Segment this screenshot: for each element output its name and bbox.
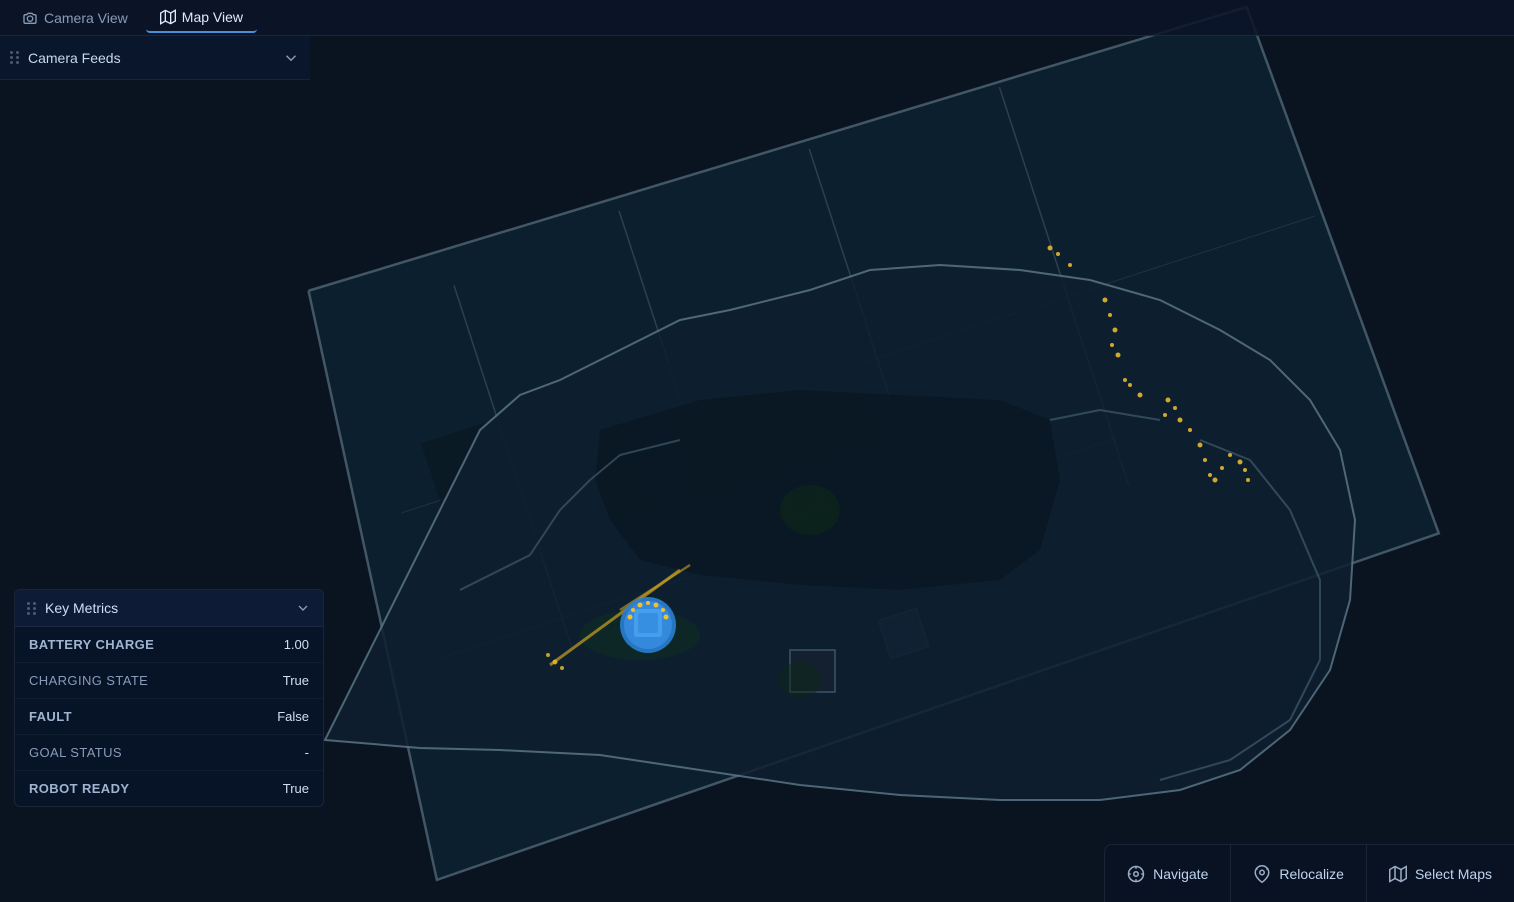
metric-value-charging: True — [283, 673, 309, 688]
metric-row-goal: Goal Status - — [15, 735, 323, 771]
tab-map-view-label: Map View — [182, 9, 243, 25]
metric-value-fault: False — [277, 709, 309, 724]
metric-value-battery: 1.00 — [284, 637, 309, 652]
metric-key-charging: Charging State — [29, 673, 148, 688]
camera-icon — [22, 10, 38, 26]
tab-map-view[interactable]: Map View — [146, 3, 257, 33]
metric-value-robot-ready: True — [283, 781, 309, 796]
navigate-button[interactable]: Navigate — [1105, 845, 1231, 902]
metric-row-battery: BATTERY CHARGE 1.00 — [15, 627, 323, 663]
camera-feeds-toggle[interactable] — [282, 49, 300, 67]
key-metrics-toggle[interactable] — [295, 600, 311, 616]
metric-row-fault: FAULT False — [15, 699, 323, 735]
tab-camera-view-label: Camera View — [44, 10, 128, 26]
navigate-label: Navigate — [1153, 866, 1208, 882]
chevron-down-icon — [282, 49, 300, 67]
relocalize-icon — [1253, 865, 1271, 883]
select-maps-button[interactable]: Select Maps — [1367, 845, 1514, 902]
top-nav: Camera View Map View — [0, 0, 1514, 36]
select-maps-label: Select Maps — [1415, 866, 1492, 882]
chevron-down-icon — [295, 600, 311, 616]
camera-feeds-label: Camera Feeds — [28, 50, 274, 66]
metric-key-robot-ready: ROBOT READY — [29, 781, 129, 796]
key-metrics-panel: Key Metrics BATTERY CHARGE 1.00 Charging… — [14, 589, 324, 807]
bottom-toolbar: Navigate Relocalize Select Maps — [1104, 844, 1514, 902]
relocalize-button[interactable]: Relocalize — [1231, 845, 1367, 902]
metric-row-charging: Charging State True — [15, 663, 323, 699]
robot-marker — [620, 597, 676, 653]
navigate-icon — [1127, 865, 1145, 883]
camera-feeds-bar: Camera Feeds — [0, 36, 310, 80]
key-metrics-header: Key Metrics — [15, 590, 323, 627]
metric-row-robot-ready: ROBOT READY True — [15, 771, 323, 806]
metric-key-goal: Goal Status — [29, 745, 122, 760]
drag-handle[interactable] — [10, 51, 20, 64]
metric-key-battery: BATTERY CHARGE — [29, 637, 154, 652]
metric-key-fault: FAULT — [29, 709, 72, 724]
metric-value-goal: - — [305, 745, 309, 760]
key-metrics-title: Key Metrics — [45, 600, 287, 616]
tab-camera-view[interactable]: Camera View — [8, 4, 142, 32]
metrics-table: BATTERY CHARGE 1.00 Charging State True … — [15, 627, 323, 806]
map-icon — [160, 9, 176, 25]
metrics-drag-handle[interactable] — [27, 602, 37, 615]
select-maps-icon — [1389, 865, 1407, 883]
relocalize-label: Relocalize — [1279, 866, 1344, 882]
